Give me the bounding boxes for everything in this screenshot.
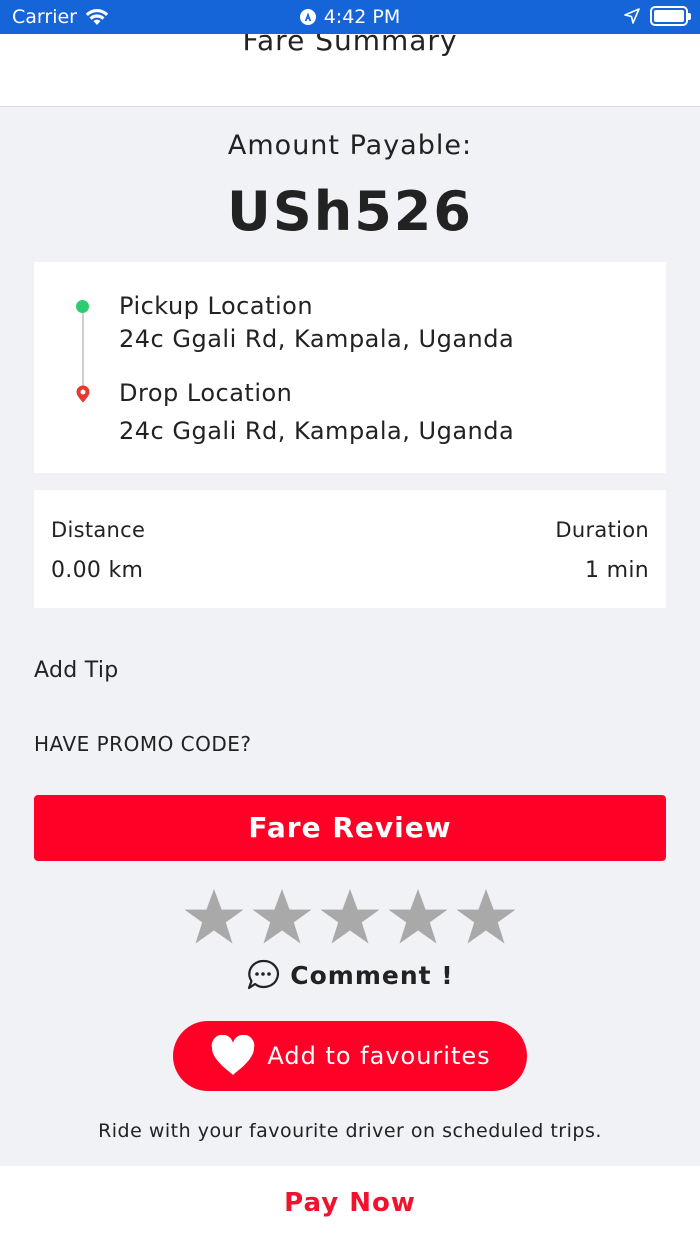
- favourites-note: Ride with your favourite driver on sched…: [98, 1120, 602, 1142]
- trip-location-card: Pickup Location 24c Ggali Rd, Kampala, U…: [34, 262, 666, 473]
- comment-button[interactable]: Comment !: [0, 958, 700, 992]
- clock-label: 4:42 PM: [323, 6, 401, 28]
- rating-stars: [182, 885, 522, 949]
- add-to-favourites-label: Add to favourites: [267, 1042, 491, 1070]
- star-icon-5[interactable]: [454, 885, 518, 949]
- trip-stats-card: Distance 0.00 km Duration 1 min: [34, 490, 666, 608]
- chat-bubble-icon: [248, 959, 280, 990]
- distance-label: Distance: [51, 518, 146, 542]
- drop-address: 24c Ggali Rd, Kampala, Uganda: [119, 417, 515, 445]
- route-line: [82, 306, 84, 386]
- battery-icon: [650, 6, 691, 26]
- accessibility-icon: [299, 9, 316, 25]
- duration-label: Duration: [555, 518, 649, 542]
- drop-title: Drop Location: [119, 379, 293, 407]
- drop-pin-icon: [76, 385, 90, 403]
- amount-payable-label: Amount Payable:: [227, 130, 473, 161]
- fare-review-button[interactable]: Fare Review: [34, 795, 666, 861]
- star-icon-2[interactable]: [250, 885, 314, 949]
- location-arrow-icon: [624, 8, 640, 24]
- pickup-title: Pickup Location: [119, 292, 314, 320]
- pay-now-bar[interactable]: Pay Now: [0, 1166, 700, 1244]
- page-title: Fare Summary: [242, 34, 458, 57]
- star-icon-1[interactable]: [182, 885, 246, 949]
- comment-label: Comment !: [290, 960, 454, 990]
- promo-code-link[interactable]: HAVE PROMO CODE?: [34, 732, 252, 756]
- star-icon-4[interactable]: [386, 885, 450, 949]
- heart-icon: [212, 1035, 255, 1075]
- status-bar: Carrier 4:42 PM: [0, 0, 700, 34]
- pickup-dot-icon: [76, 300, 89, 313]
- pay-now-button[interactable]: Pay Now: [0, 1188, 700, 1218]
- duration-value: 1 min: [585, 558, 649, 583]
- amount-payable-value: USh526: [227, 180, 473, 243]
- time-group: 4:42 PM: [0, 6, 700, 28]
- header: Fare Summary: [0, 34, 700, 107]
- pickup-address: 24c Ggali Rd, Kampala, Uganda: [119, 325, 515, 353]
- add-tip-link[interactable]: Add Tip: [34, 658, 119, 683]
- status-right-group: [624, 6, 691, 26]
- star-icon-3[interactable]: [318, 885, 382, 949]
- add-to-favourites-button[interactable]: Add to favourites: [173, 1021, 527, 1091]
- distance-value: 0.00 km: [51, 558, 144, 583]
